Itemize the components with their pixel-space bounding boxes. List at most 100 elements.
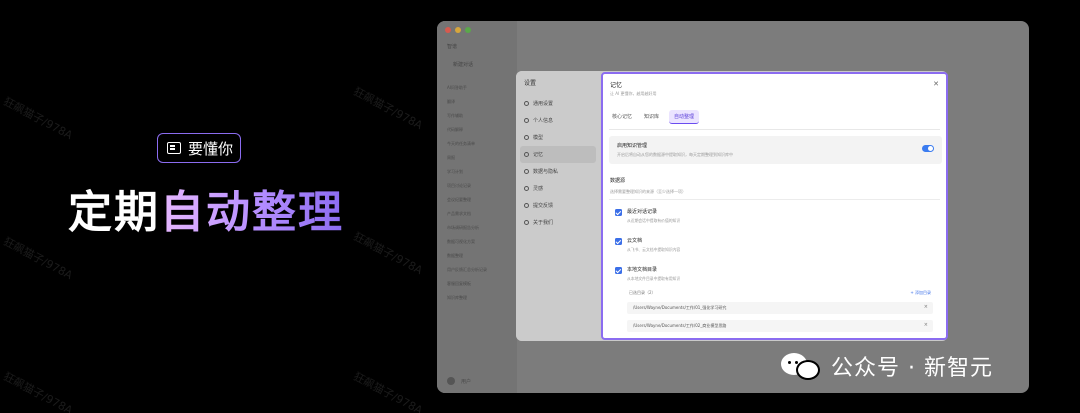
watermark: 狂飙猫子/978A <box>351 229 425 278</box>
watermark: 狂飙猫子/978A <box>1 369 75 413</box>
headline: 定期自动整理 <box>68 176 344 240</box>
user-footer[interactable]: 用户 <box>447 377 471 385</box>
sources-title: 数据源 <box>610 178 626 184</box>
nav-item-label: 灵感 <box>533 186 544 192</box>
source-description: 从近期会话中提取有价值的知识 <box>627 218 681 223</box>
source-name: 最近对话记录 <box>627 209 658 215</box>
app-title: 智谱 <box>447 44 458 50</box>
nav-item-label: 提交反馈 <box>533 203 554 209</box>
note-icon <box>167 142 181 154</box>
history-item[interactable]: 市场调研报告分析 <box>447 221 513 235</box>
nav-item-label: 数据与隐私 <box>533 169 559 175</box>
watermark: 狂飙猫子/978A <box>351 369 425 413</box>
nav-item-label: 记忆 <box>533 152 544 158</box>
directory-path: /Users/Wayne/Documents/工作/02_商业模型思路 <box>633 323 727 328</box>
history-item[interactable]: 数据可视化方案 <box>447 235 513 249</box>
remove-directory-icon[interactable]: × <box>924 322 928 328</box>
nav-item-feedback[interactable]: 提交反馈 <box>520 197 596 214</box>
avatar <box>447 377 455 385</box>
maximize-window-button[interactable] <box>465 27 471 33</box>
source-recent-chats[interactable]: 最近对话记录 从近期会话中提取有价值的知识 <box>615 208 680 224</box>
directory-path: /Users/Wayne/Documents/工作/01_强化学习研究 <box>633 305 727 310</box>
nav-item-label: 通用设置 <box>533 101 554 107</box>
shield-icon <box>524 169 529 174</box>
watermark: 狂飙猫子/978A <box>1 234 75 283</box>
sources-subtitle: 选择需要整理知识的来源（至少选择一项） <box>610 189 686 194</box>
app-sidebar: 智谱 新建对话 AI问答助手 翻译 写作辅助 代码解释 今天的任务清单 周报 学… <box>437 21 517 393</box>
settings-nav: 设置 通用设置 个人信息 模型 记忆 数据与隐私 灵感 提交反馈 关于我们 <box>516 71 600 341</box>
history-item[interactable]: 项目讨论记录 <box>447 179 513 193</box>
headline-highlight: 自动整理 <box>160 187 344 238</box>
bulb-icon <box>524 186 529 191</box>
checkbox[interactable] <box>615 209 622 216</box>
history-item[interactable]: 学习计划 <box>447 165 513 179</box>
history-item[interactable]: 写作辅助 <box>447 109 513 123</box>
close-icon[interactable]: ✕ <box>933 80 939 88</box>
source-name: 云文档 <box>627 238 643 244</box>
knowledge-toggle-description: 开启后将自动从您的数据源中提取知识，每天定期整理到知识库中 <box>617 152 733 157</box>
wechat-text: 公众号 · 新智元 <box>831 356 993 381</box>
tab-auto-organize[interactable]: 自动整理 <box>669 110 700 124</box>
tab-core-memory[interactable]: 核心记忆 <box>610 110 634 124</box>
checkbox[interactable] <box>615 267 622 274</box>
knowledge-toggle-switch[interactable] <box>922 145 934 152</box>
knowledge-toggle-label: 启用知识管理 <box>617 143 648 149</box>
info-icon <box>524 220 529 225</box>
gear-icon <box>524 101 529 106</box>
history-item[interactable]: 数据整理 <box>447 249 513 263</box>
headline-plain: 定期 <box>68 187 160 238</box>
panel-title: 记忆 <box>610 82 623 89</box>
history-item[interactable]: AI问答助手 <box>447 81 513 95</box>
source-description: 从飞书、云文档中提取知识内容 <box>627 247 681 252</box>
feedback-icon <box>524 203 529 208</box>
history-item[interactable]: 代码解释 <box>447 123 513 137</box>
minimize-window-button[interactable] <box>455 27 461 33</box>
nav-item-label: 模型 <box>533 135 544 141</box>
watermark: 狂飙猫子/978A <box>1 94 75 143</box>
nav-item-model[interactable]: 模型 <box>520 129 596 146</box>
directories-header: 已选目录（2） <box>629 290 656 295</box>
directory-item: /Users/Wayne/Documents/工作/02_商业模型思路 × <box>627 320 933 332</box>
promo-badge-label: 要懂你 <box>188 139 234 158</box>
close-window-button[interactable] <box>445 27 451 33</box>
history-item[interactable]: 周报 <box>447 151 513 165</box>
history-item[interactable]: 产品需求文档 <box>447 207 513 221</box>
remove-directory-icon[interactable]: × <box>924 304 928 310</box>
wechat-icon <box>781 351 823 381</box>
source-description: 从本地文件目录中提取有用知识 <box>627 276 681 281</box>
knowledge-toggle-card: 启用知识管理 开启后将自动从您的数据源中提取知识，每天定期整理到知识库中 <box>609 136 942 164</box>
settings-title: 设置 <box>524 80 537 87</box>
user-icon <box>524 118 529 123</box>
history-item[interactable]: 翻译 <box>447 95 513 109</box>
user-name: 用户 <box>461 378 472 385</box>
nav-item-inspiration[interactable]: 灵感 <box>520 180 596 197</box>
source-local-dirs[interactable]: 本地文档目录 从本地文件目录中提取有用知识 <box>615 266 680 282</box>
source-name: 本地文档目录 <box>627 267 658 273</box>
panel-subtitle: 让 AI 更懂你，越用越好用 <box>610 91 657 96</box>
history-item[interactable]: 会议纪要整理 <box>447 193 513 207</box>
add-directory-button[interactable]: + 添加目录 <box>910 290 931 296</box>
history-list: AI问答助手 翻译 写作辅助 代码解释 今天的任务清单 周报 学习计划 项目讨论… <box>447 81 513 305</box>
history-item[interactable]: 客服回复模板 <box>447 277 513 291</box>
wechat-watermark: 公众号 · 新智元 <box>781 350 993 382</box>
selected-directories: 已选目录（2） + 添加目录 /Users/Wayne/Documents/工作… <box>623 288 937 338</box>
nav-item-memory[interactable]: 记忆 <box>520 146 596 163</box>
model-icon <box>524 135 529 140</box>
divider <box>609 129 940 130</box>
history-item[interactable]: 知识库整理 <box>447 291 513 305</box>
nav-item-label: 个人信息 <box>533 118 554 124</box>
source-cloud-docs[interactable]: 云文档 从飞书、云文档中提取知识内容 <box>615 237 680 253</box>
history-item[interactable]: 今天的任务清单 <box>447 137 513 151</box>
nav-item-privacy[interactable]: 数据与隐私 <box>520 163 596 180</box>
tab-knowledge-base[interactable]: 知识库 <box>642 110 661 124</box>
history-item[interactable]: 用户反馈汇总分析记录 <box>447 263 513 277</box>
nav-item-about[interactable]: 关于我们 <box>520 214 596 231</box>
nav-item-general[interactable]: 通用设置 <box>520 95 596 112</box>
watermark: 狂飙猫子/978A <box>351 84 425 133</box>
memory-icon <box>524 152 529 157</box>
nav-item-profile[interactable]: 个人信息 <box>520 112 596 129</box>
new-chat-button[interactable]: 新建对话 <box>453 61 473 68</box>
memory-panel: 记忆 让 AI 更懂你，越用越好用 ✕ 核心记忆 知识库 自动整理 启用知识管理… <box>601 72 948 340</box>
checkbox[interactable] <box>615 238 622 245</box>
promo-badge: 要懂你 <box>157 133 241 163</box>
